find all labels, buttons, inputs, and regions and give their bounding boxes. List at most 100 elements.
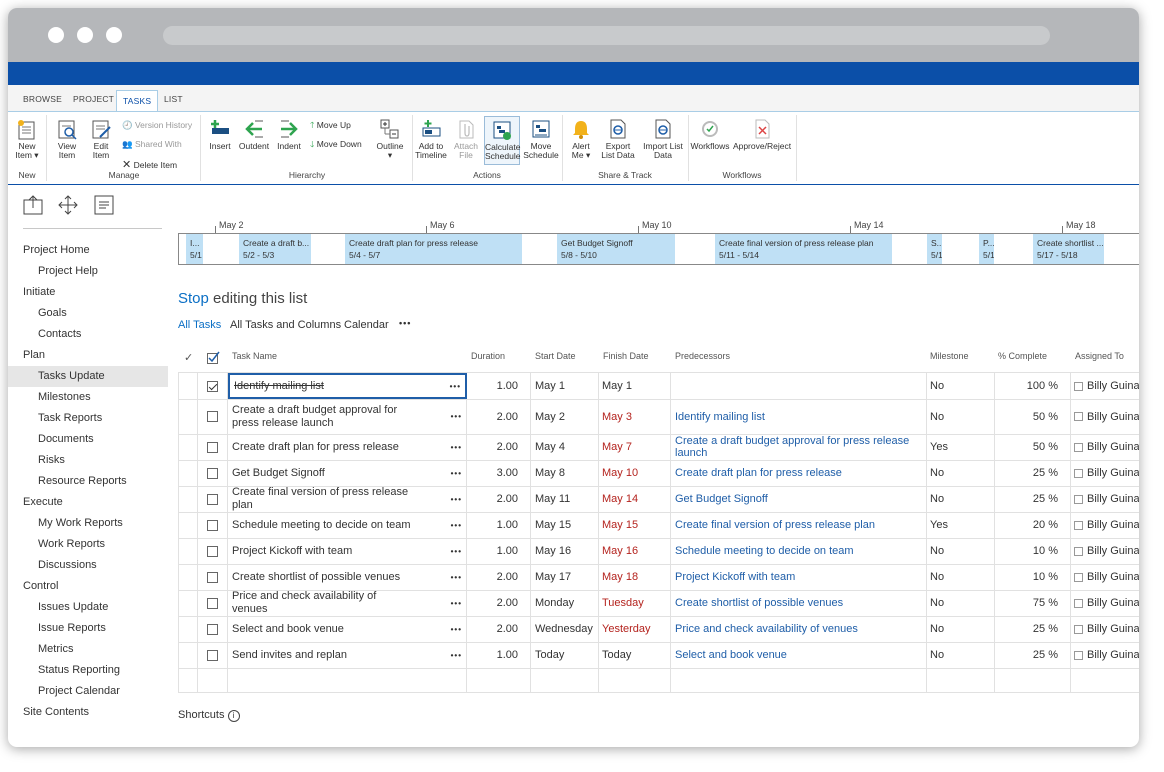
row-actions-ellipsis[interactable]: ••• — [451, 495, 462, 504]
stop-editing-link[interactable]: Stop — [178, 290, 209, 307]
view-item-button[interactable]: View Item — [52, 118, 82, 160]
nav-item[interactable]: Milestones — [8, 387, 168, 408]
row-checkbox[interactable] — [207, 467, 218, 479]
row-checkbox[interactable] — [207, 380, 218, 392]
row-checkbox[interactable] — [207, 411, 218, 422]
assigned-to-link[interactable]: Billy Guinan — [1087, 493, 1139, 505]
row-checkbox[interactable] — [207, 441, 218, 453]
predecessor-link[interactable]: Create draft plan for press release — [675, 467, 842, 479]
col-duration[interactable]: Duration — [471, 351, 505, 361]
assigned-to-link[interactable]: Billy Guinan — [1087, 411, 1139, 423]
predecessor-link[interactable]: Create shortlist of possible venues — [675, 597, 843, 609]
share-icon[interactable] — [23, 195, 43, 215]
nav-item[interactable]: Documents — [8, 429, 168, 450]
table-row[interactable]: Create a draft budget approval for press… — [178, 399, 1139, 435]
table-row[interactable]: Schedule meeting to decide on team ••• 1.0… — [178, 512, 1139, 539]
table-row[interactable]: Identify mailing list ••• 1.00 May 1 May 1 No… — [178, 373, 1139, 400]
assigned-to-link[interactable]: Billy Guinan — [1087, 545, 1139, 557]
table-row[interactable]: Price and check availability of venues ••… — [178, 590, 1139, 617]
timeline-task-bar[interactable]: Get Budget Signoff 5/8 - 5/10 — [557, 234, 675, 264]
col-assigned-to[interactable]: Assigned To — [1075, 351, 1124, 361]
row-actions-ellipsis[interactable]: ••• — [451, 469, 462, 478]
timeline-task-bar[interactable]: Create shortlist ... 5/17 - 5/18 — [1033, 234, 1104, 264]
move-schedule-button[interactable]: Move Schedule — [523, 118, 559, 160]
predecessor-link[interactable]: Select and book venue — [675, 649, 787, 661]
timeline-task-bar[interactable]: Create a draft b... 5/2 - 5/3 — [239, 234, 311, 264]
predecessor-link[interactable]: Create a draft budget approval for press… — [675, 435, 926, 459]
row-actions-ellipsis[interactable]: ••• — [451, 573, 462, 582]
table-row[interactable]: Send invites and replan ••• 1.00 Today Today… — [178, 642, 1139, 669]
row-actions-ellipsis[interactable]: ••• — [451, 443, 462, 452]
window-close-dot[interactable] — [48, 27, 64, 43]
assigned-to-link[interactable]: Billy Guinan — [1087, 597, 1139, 609]
indent-button[interactable]: Indent — [274, 118, 304, 151]
version-history-button[interactable]: 🕘 Version History — [122, 120, 192, 131]
task-name-link[interactable]: Schedule meeting to decide on team — [232, 519, 412, 532]
assigned-to-link[interactable]: Billy Guinan — [1087, 623, 1139, 635]
col-percent-complete[interactable]: % Complete — [998, 351, 1047, 361]
row-actions-ellipsis[interactable]: ••• — [451, 625, 462, 634]
row-checkbox[interactable] — [207, 649, 218, 661]
row-checkbox[interactable] — [207, 571, 218, 583]
workflows-button[interactable]: Workflows — [690, 118, 730, 151]
nav-item[interactable]: Discussions — [8, 555, 168, 576]
row-checkbox[interactable] — [207, 493, 218, 505]
predecessor-link[interactable]: Identify mailing list — [675, 411, 765, 423]
nav-item[interactable]: Issues Update — [8, 597, 168, 618]
timeline-task-bar[interactable]: Create draft plan for press release 5/4 -… — [345, 234, 522, 264]
add-to-timeline-button[interactable]: Add to Timeline — [414, 118, 448, 160]
nav-item[interactable]: Execute — [8, 492, 168, 513]
predecessor-link[interactable]: Project Kickoff with team — [675, 571, 795, 583]
col-task-name[interactable]: Task Name — [232, 351, 277, 361]
predecessor-link[interactable]: Create final version of press release pl… — [675, 519, 875, 531]
table-row[interactable]: Create draft plan for press release ••• 2.… — [178, 434, 1139, 461]
address-bar[interactable] — [163, 26, 1050, 45]
insert-button[interactable]: Insert — [206, 118, 234, 151]
list-icon[interactable] — [94, 195, 114, 215]
task-name-link[interactable]: Send invites and replan — [232, 649, 412, 662]
nav-item[interactable]: My Work Reports — [8, 513, 168, 534]
table-row[interactable]: Select and book venue ••• 2.00 Wednesday Yes… — [178, 616, 1139, 643]
row-checkbox[interactable] — [207, 545, 218, 557]
row-checkbox[interactable] — [207, 519, 218, 531]
window-maximize-dot[interactable] — [106, 27, 122, 43]
table-row[interactable]: Create shortlist of possible venues ••• 2.… — [178, 564, 1139, 591]
table-row[interactable]: Get Budget Signoff ••• 3.00 May 8 May 10 Crea… — [178, 460, 1139, 487]
table-row[interactable]: Project Kickoff with team ••• 1.00 May 16 Ma… — [178, 538, 1139, 565]
timeline-task-bar[interactable]: I... 5/1 — [186, 234, 203, 264]
table-row-empty[interactable] — [178, 668, 1139, 693]
nav-item[interactable]: Plan — [8, 345, 168, 366]
tab-project[interactable]: PROJECT — [73, 94, 114, 104]
row-actions-ellipsis[interactable]: ••• — [451, 651, 462, 660]
assigned-to-link[interactable]: Billy Guinan — [1087, 571, 1139, 583]
view-all-tasks-and-columns[interactable]: All Tasks and Columns — [230, 319, 341, 331]
row-actions-ellipsis[interactable]: ••• — [451, 412, 462, 421]
nav-item[interactable]: Contacts — [8, 324, 168, 345]
assigned-to-link[interactable]: Billy Guinan — [1087, 467, 1139, 479]
task-name-link[interactable]: Get Budget Signoff — [232, 467, 412, 480]
nav-item[interactable]: Work Reports — [8, 534, 168, 555]
nav-item[interactable]: Task Reports — [8, 408, 168, 429]
window-minimize-dot[interactable] — [77, 27, 93, 43]
view-all-tasks[interactable]: All Tasks — [178, 319, 221, 331]
outline-button[interactable]: Outline ▾ — [372, 118, 408, 160]
outdent-button[interactable]: Outdent — [238, 118, 270, 151]
select-all-checkbox-icon[interactable] — [207, 351, 220, 364]
predecessor-link[interactable]: Price and check availability of venues — [675, 623, 858, 635]
nav-item[interactable]: Status Reporting — [8, 660, 168, 681]
col-finish-date[interactable]: Finish Date — [603, 351, 649, 361]
task-name-link[interactable]: Project Kickoff with team — [232, 545, 412, 558]
task-name-link[interactable]: Price and check availability of venues — [232, 590, 412, 616]
edit-item-button[interactable]: Edit Item — [86, 118, 116, 160]
timeline-task-bar[interactable]: Create final version of press release pl… — [715, 234, 892, 264]
task-name-link[interactable]: Create final version of press release pl… — [232, 486, 412, 512]
view-calendar[interactable]: Calendar — [344, 319, 389, 331]
approve-reject-button[interactable]: Approve/Reject — [732, 118, 792, 151]
timeline-task-bar[interactable]: P... 5/1 — [979, 234, 994, 264]
row-actions-ellipsis[interactable]: ••• — [451, 599, 462, 608]
timeline-task-bar[interactable]: S... 5/1 — [927, 234, 942, 264]
task-name-link[interactable]: Create shortlist of possible venues — [232, 571, 412, 584]
import-list-data-button[interactable]: Import List Data — [642, 118, 684, 160]
tab-browse[interactable]: BROWSE — [23, 94, 62, 104]
nav-item[interactable]: Control — [8, 576, 168, 597]
